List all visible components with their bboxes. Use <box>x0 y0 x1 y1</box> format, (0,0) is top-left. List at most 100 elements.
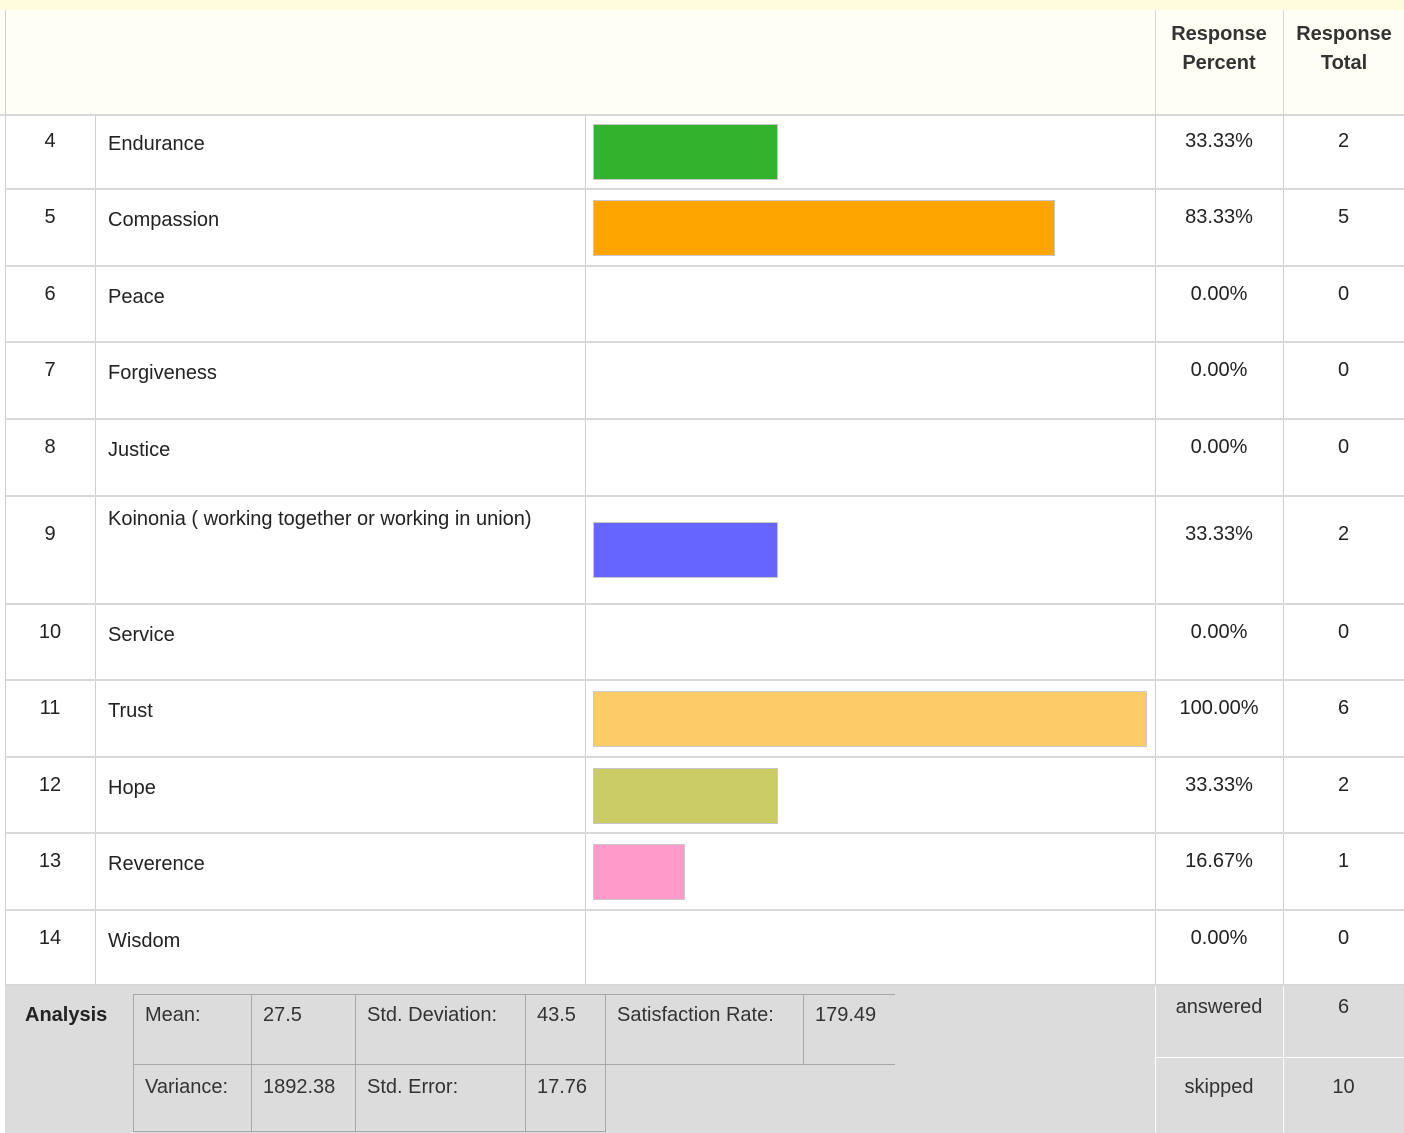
std-error-label: Std. Error: <box>367 1076 459 1098</box>
column-divider <box>585 758 586 832</box>
response-percent: 16.67% <box>1185 850 1253 872</box>
row-label: Reverence <box>108 853 205 875</box>
mean-label: Mean: <box>145 1004 201 1026</box>
mean-value: 27.5 <box>263 1004 302 1026</box>
response-total: 5 <box>1337 206 1350 228</box>
response-bar <box>593 844 685 900</box>
std-deviation-value: 43.5 <box>537 1004 576 1026</box>
response-percent: 0.00% <box>1190 927 1248 949</box>
stats-border <box>355 994 356 1132</box>
stats-border <box>525 994 526 1132</box>
row-label: Forgiveness <box>108 362 217 384</box>
row-number: 14 <box>38 927 62 949</box>
stats-border <box>133 994 895 995</box>
header-divider <box>1155 10 1156 114</box>
skipped-label: skipped <box>1184 1076 1254 1098</box>
response-percent: 0.00% <box>1190 621 1248 643</box>
table-row: 10 Service 0.00% 0 <box>5 605 1404 681</box>
column-divider <box>95 605 96 679</box>
response-percent: 100.00% <box>1179 697 1259 719</box>
column-divider <box>585 681 586 756</box>
response-bar <box>593 691 1147 747</box>
column-divider <box>95 420 96 495</box>
response-bar <box>593 522 778 578</box>
row-label: Wisdom <box>108 930 181 952</box>
table-row: 13 Reverence 16.67% 1 <box>5 834 1404 911</box>
response-percent-header-line2: Percent <box>1182 52 1256 74</box>
stats-border <box>251 994 252 1132</box>
analysis-title: Analysis <box>25 1004 108 1026</box>
table-row: 4 Endurance 33.33% 2 <box>5 114 1404 190</box>
column-divider <box>585 190 586 265</box>
row-label: Peace <box>108 286 165 308</box>
satisfaction-rate-label: Satisfaction Rate: <box>617 1004 774 1026</box>
column-divider <box>95 190 96 265</box>
response-percent: 33.33% <box>1185 774 1253 796</box>
row-number: 10 <box>38 621 62 643</box>
response-total-header: Response Total <box>1282 20 1404 78</box>
row-label: Hope <box>108 777 156 799</box>
response-total: 1 <box>1337 850 1350 872</box>
response-total: 2 <box>1337 130 1350 152</box>
table-row: 7 Forgiveness 0.00% 0 <box>5 343 1404 420</box>
row-number: 4 <box>44 130 56 152</box>
row-number: 6 <box>44 283 56 305</box>
column-divider <box>1283 497 1284 603</box>
column-divider <box>585 114 586 188</box>
column-divider <box>585 834 586 909</box>
row-label: Endurance <box>108 133 205 155</box>
std-error-value: 17.76 <box>537 1076 588 1098</box>
response-bar <box>593 768 778 824</box>
response-percent: 83.33% <box>1185 206 1253 228</box>
column-divider <box>585 605 586 679</box>
answered-value: 6 <box>1337 996 1350 1018</box>
column-divider <box>95 267 96 341</box>
row-number: 7 <box>44 359 56 381</box>
row-label: Koinonia ( working together or working i… <box>108 508 532 530</box>
response-total: 6 <box>1337 697 1350 719</box>
stats-border <box>605 994 606 1132</box>
stats-border <box>133 1131 605 1132</box>
row-number: 11 <box>39 697 61 719</box>
response-bar <box>593 124 778 180</box>
row-number: 12 <box>38 774 62 796</box>
column-divider <box>95 497 96 603</box>
variance-label: Variance: <box>145 1076 229 1098</box>
column-divider <box>95 834 96 909</box>
column-divider <box>95 681 96 756</box>
analysis-panel: Analysis Mean: 27.5 Std. Deviation: 43.5… <box>5 986 1404 1133</box>
response-total-header-line2: Total <box>1320 52 1368 74</box>
row-number: 8 <box>44 436 56 458</box>
row-label: Service <box>108 624 175 646</box>
column-divider <box>585 497 586 603</box>
response-total: 0 <box>1337 283 1350 305</box>
response-percent-header-line1: Response <box>1171 23 1267 45</box>
response-total: 0 <box>1337 359 1350 381</box>
table-row: 11 Trust 100.00% 6 <box>5 681 1404 758</box>
response-percent: 0.00% <box>1190 359 1248 381</box>
response-percent: 33.33% <box>1185 523 1253 545</box>
table-row: 5 Compassion 83.33% 5 <box>5 190 1404 267</box>
column-divider <box>95 911 96 984</box>
row-label: Compassion <box>108 209 220 231</box>
response-total: 0 <box>1337 927 1350 949</box>
stats-border <box>133 1064 895 1065</box>
table-row: 14 Wisdom 0.00% 0 <box>5 911 1404 986</box>
column-divider <box>1155 497 1156 603</box>
column-divider <box>585 343 586 418</box>
response-total: 2 <box>1337 523 1350 545</box>
row-number: 5 <box>44 206 56 228</box>
response-bar <box>593 200 1055 256</box>
response-total: 0 <box>1337 621 1350 643</box>
column-divider <box>95 114 96 188</box>
column-divider <box>585 267 586 341</box>
response-percent: 0.00% <box>1190 436 1248 458</box>
analysis-stats-grid: Mean: 27.5 Std. Deviation: 43.5 Satisfac… <box>133 994 895 1133</box>
column-divider <box>585 420 586 495</box>
row-label: Justice <box>108 439 171 461</box>
satisfaction-rate-value: 179.49 <box>815 1004 877 1026</box>
response-percent-header: Response Percent <box>1157 20 1281 78</box>
std-deviation-label: Std. Deviation: <box>367 1004 498 1026</box>
row-label: Trust <box>108 700 153 722</box>
answered-label: answered <box>1175 996 1263 1018</box>
